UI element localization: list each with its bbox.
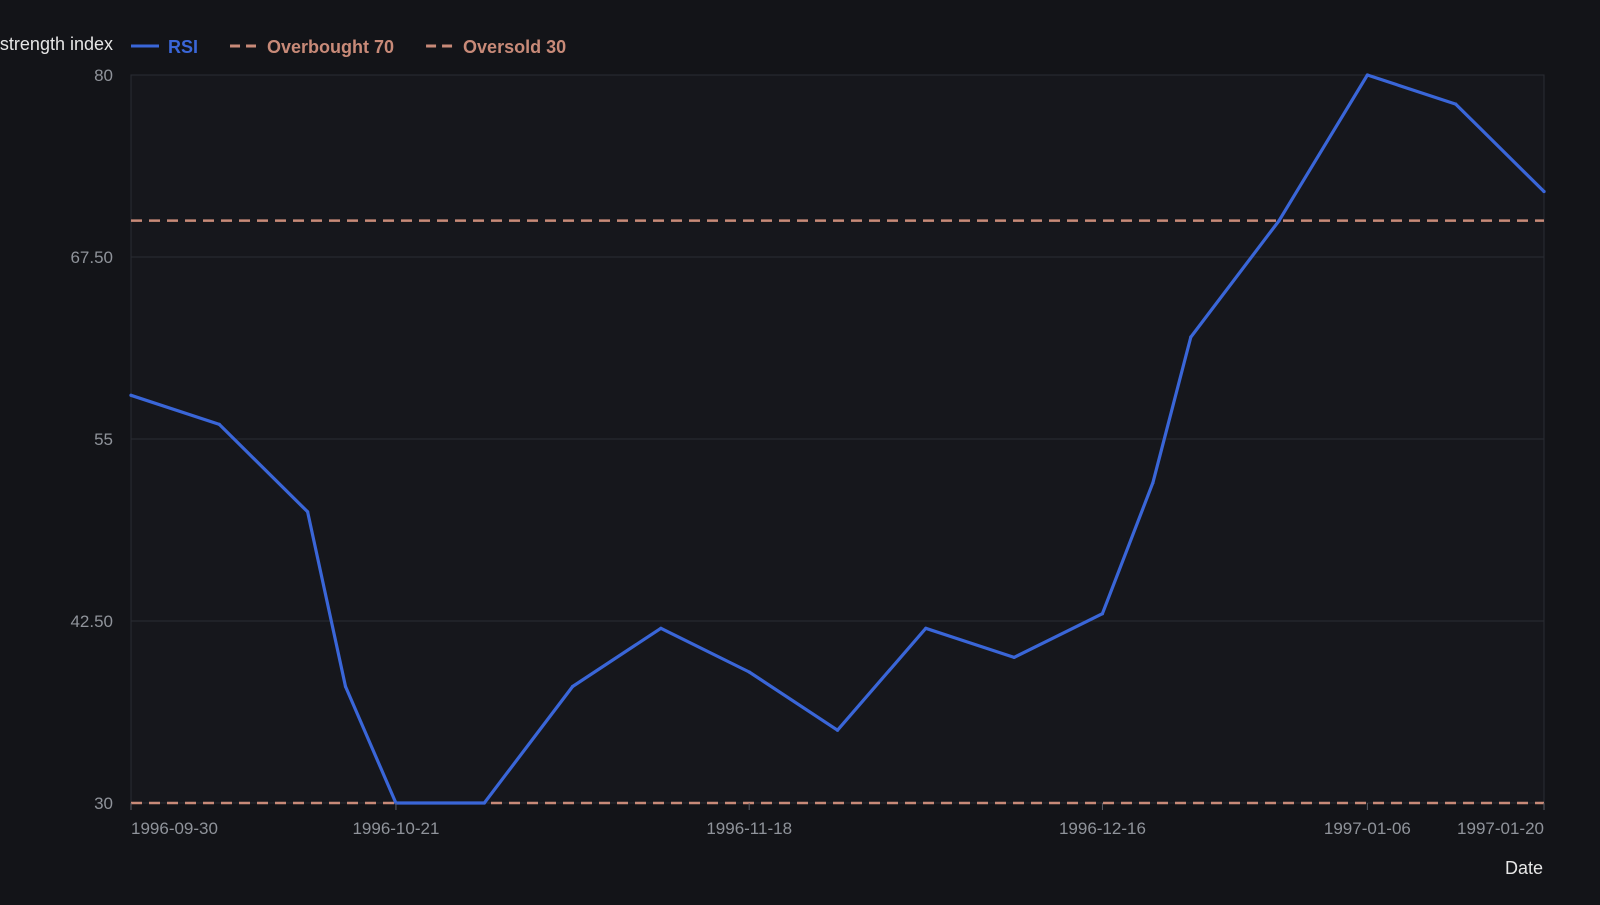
rsi-data-point [1454, 102, 1458, 106]
rsi-data-point [571, 684, 575, 689]
y-axis: 30 42.50 55 67.50 80 [70, 66, 113, 813]
rsi-data-point [924, 626, 928, 630]
rsi-data-point [343, 684, 348, 689]
rsi-data-point [1365, 73, 1369, 77]
rsi-data-point [835, 728, 840, 732]
rsi-data-point [1151, 481, 1155, 485]
legend-item: RSI [131, 37, 198, 57]
rsi-data-point [747, 670, 751, 674]
x-tick-label: 1996-12-16 [1059, 819, 1146, 838]
legend-item: Overbought 70 [230, 37, 394, 57]
rsi-data-point [1542, 189, 1546, 194]
rsi-data-point [482, 801, 486, 805]
y-tick-label: 55 [94, 430, 113, 449]
rsi-data-point [1277, 219, 1281, 223]
x-axis-title: Date [1505, 858, 1543, 878]
x-axis: 1996-09-30 1996-10-21 1996-11-18 1996-12-16… [130, 803, 1545, 838]
x-tick-label: 1996-10-21 [352, 819, 439, 838]
chart-svg: 1996-09-30 1996-10-21 1996-11-18 1996-12-16… [0, 34, 1546, 878]
rsi-data-point [1100, 612, 1104, 616]
y-tick-label: 30 [94, 794, 113, 813]
y-tick-label: 67.50 [70, 248, 113, 267]
rsi-data-point [659, 626, 663, 630]
x-tick-label: 1997-01-06 [1324, 819, 1411, 838]
y-tick-label: 42.50 [70, 612, 113, 631]
rsi-data-point [217, 422, 221, 426]
rsi-data-point [1189, 335, 1193, 339]
rsi-data-point [1012, 655, 1016, 660]
legend-label: Oversold 30 [463, 37, 566, 57]
rsi-data-point [129, 393, 133, 397]
rsi-data-point [306, 510, 310, 514]
legend: RSI Overbought 70 Oversold 30 [131, 37, 566, 57]
y-axis-title: Relative strength index [0, 34, 113, 54]
x-tick-label: 1996-11-18 [706, 819, 792, 838]
legend-label: RSI [168, 37, 198, 57]
rsi-chart: 1996-09-30 1996-10-21 1996-11-18 1996-12-16… [0, 0, 1600, 900]
x-tick-label: 1996-09-30 [131, 819, 218, 838]
legend-label: Overbought 70 [267, 37, 394, 57]
y-tick-label: 80 [94, 66, 113, 85]
x-tick-label: 1997-01-20 [1457, 819, 1544, 838]
legend-item: Oversold 30 [426, 37, 566, 57]
